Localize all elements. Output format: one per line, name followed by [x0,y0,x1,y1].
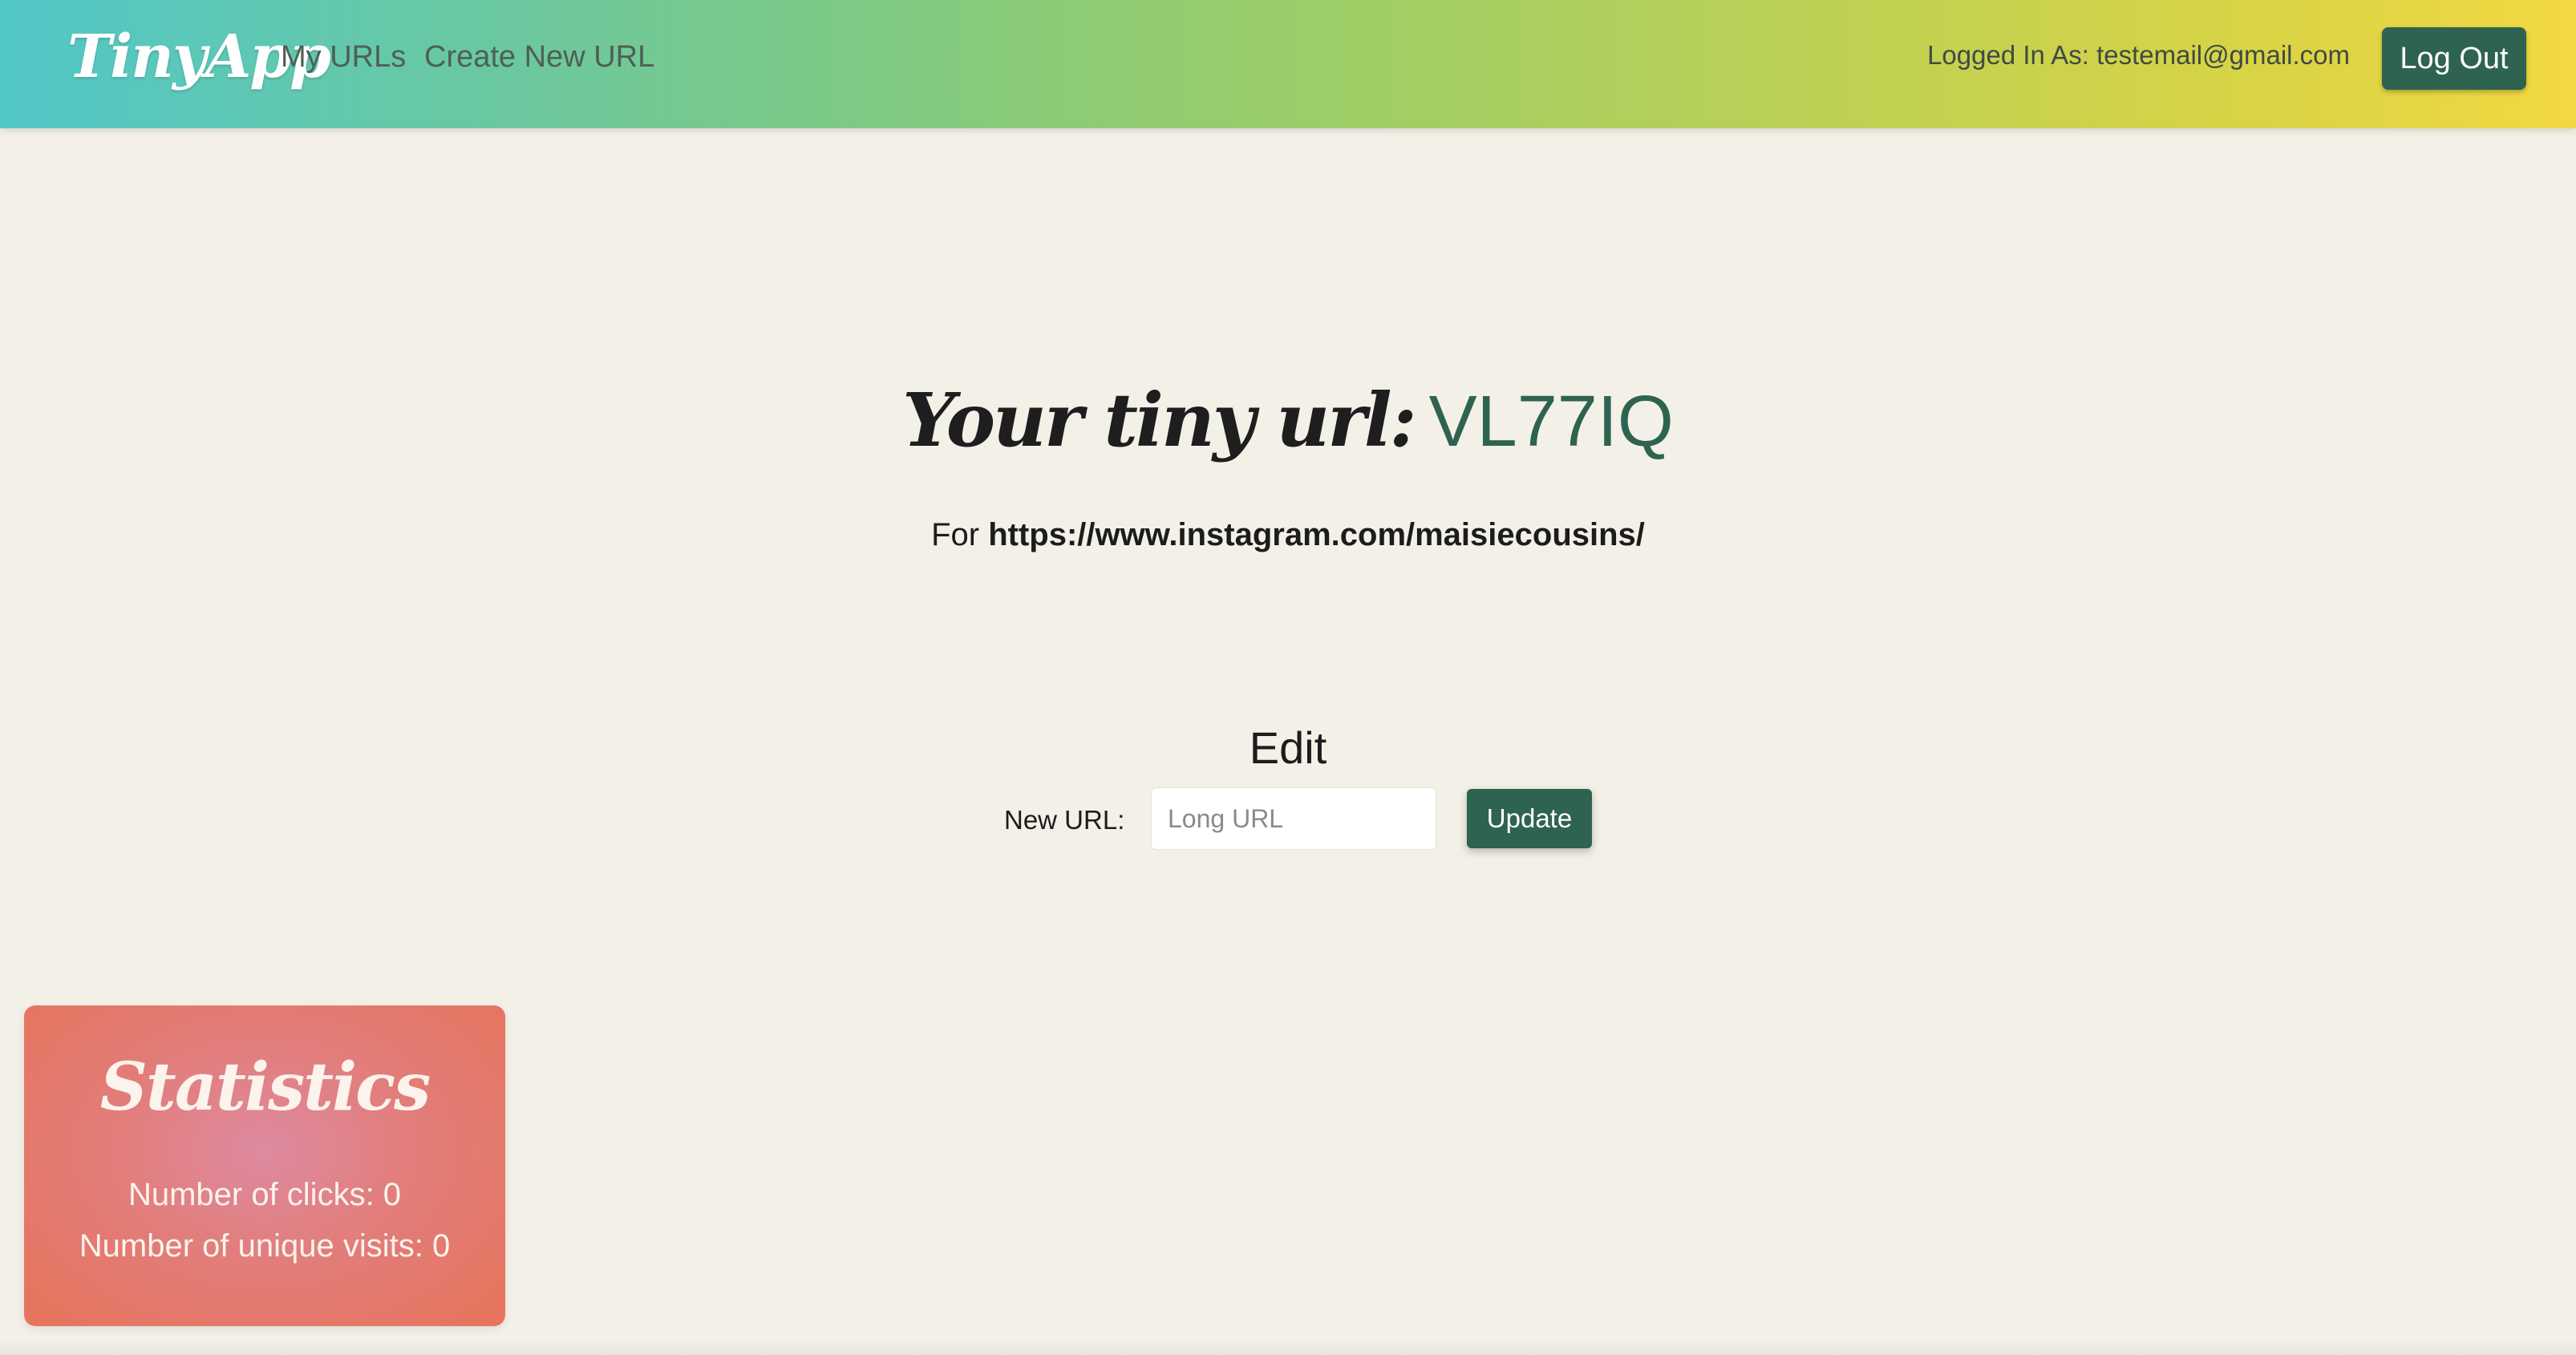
update-button[interactable]: Update [1467,789,1592,848]
edit-section-title: Edit [1249,722,1327,773]
bottom-shadow [0,1339,2576,1355]
statistics-card: Statistics Number of clicks: 0 Number of… [24,1005,505,1326]
clicks-count: Number of clicks: 0 [128,1177,402,1212]
logout-button[interactable]: Log Out [2382,27,2526,90]
nav-link-my-urls[interactable]: My URLs [281,40,406,75]
new-url-label: New URL: [1004,805,1125,835]
statistics-title: Statistics [99,1049,431,1126]
long-url-input[interactable] [1151,787,1436,850]
page-title: Your tiny url: VL77IQ [0,377,2576,463]
tiny-url-heading-label: Your tiny url: [902,377,1417,463]
top-navbar: TinyApp My URLs Create New URL Logged In… [0,0,2576,128]
unique-visits-count: Number of unique visits: 0 [79,1228,451,1264]
for-prefix: For [931,517,980,552]
original-url-line: For https://www.instagram.com/maisiecous… [0,517,2576,553]
original-long-url: https://www.instagram.com/maisiecousins/ [988,517,1645,552]
nav-link-create-new-url[interactable]: Create New URL [424,40,654,75]
short-url-code: VL77IQ [1428,382,1674,462]
logged-in-status: Logged In As: testemail@gmail.com [1927,40,2350,70]
